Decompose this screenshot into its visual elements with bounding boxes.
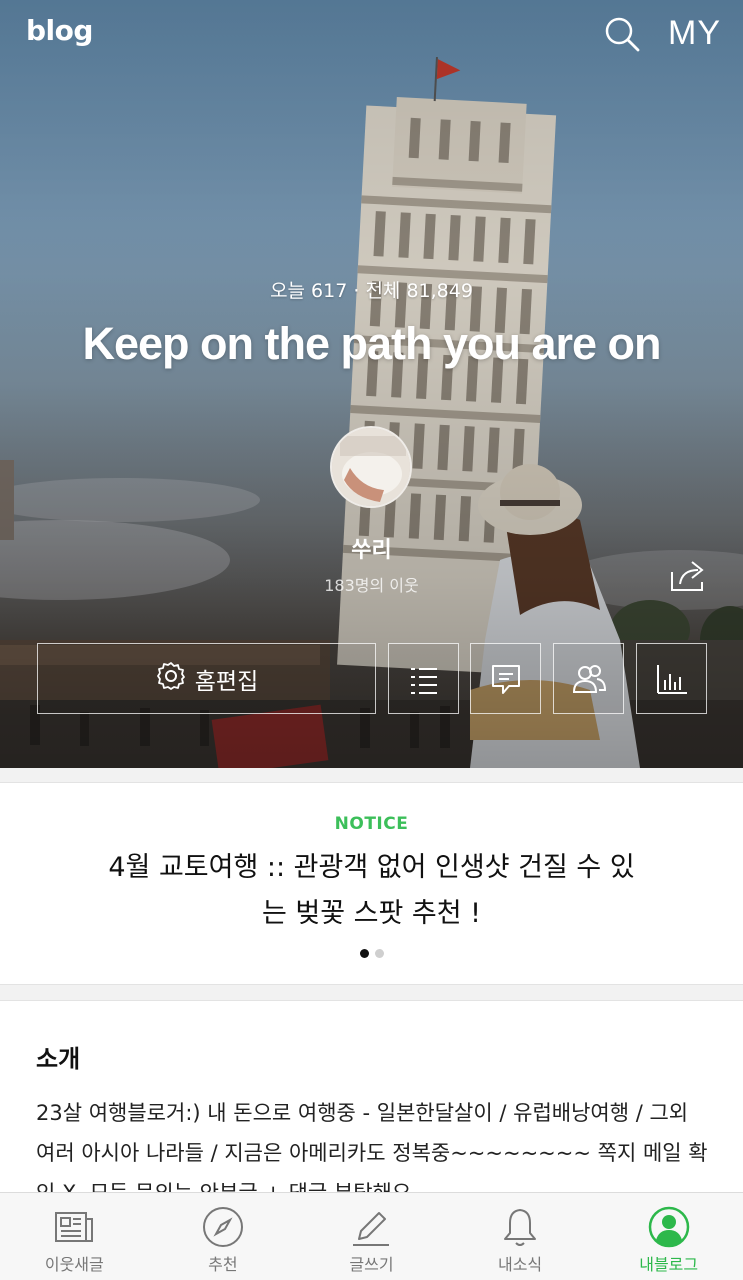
my-menu-button[interactable]: MY bbox=[668, 14, 721, 53]
blog-logo[interactable]: blog bbox=[26, 14, 93, 47]
visitor-stats: 오늘 617 · 전체 81,849 bbox=[270, 280, 473, 302]
gear-icon bbox=[155, 660, 187, 698]
nickname[interactable]: 쑤리 bbox=[0, 532, 743, 564]
pagination-dot-active[interactable] bbox=[359, 949, 369, 958]
notice-pagination bbox=[0, 949, 743, 958]
guestbook-button[interactable] bbox=[470, 643, 541, 714]
notice-label: NOTICE bbox=[334, 814, 409, 834]
notice-card[interactable]: NOTICE 4월 교토여행 :: 관광객 없어 인생샷 건질 수 있는 벚꽃 … bbox=[0, 782, 743, 985]
person-icon bbox=[648, 1206, 689, 1248]
nav-label: 내블로그 bbox=[639, 1255, 699, 1274]
home-edit-label: 홈편집 bbox=[194, 668, 259, 695]
pagination-dot[interactable] bbox=[374, 949, 384, 958]
share-icon[interactable] bbox=[668, 556, 708, 596]
nav-my-blog[interactable]: 내블로그 bbox=[594, 1193, 743, 1280]
statistics-button[interactable] bbox=[636, 643, 707, 714]
avatar[interactable] bbox=[330, 426, 412, 508]
home-edit-button[interactable]: 홈편집 bbox=[37, 643, 376, 714]
blog-title: Keep on the path you are on bbox=[82, 318, 661, 369]
neighbors-button[interactable] bbox=[553, 643, 624, 714]
newspaper-icon bbox=[55, 1212, 94, 1242]
nav-neighbor-posts[interactable]: 이웃새글 bbox=[0, 1193, 149, 1280]
blog-home-screen: blog MY 오늘 617 · 전체 81,849 Keep on the p… bbox=[0, 0, 743, 1280]
comment-icon bbox=[491, 664, 520, 694]
notice-title[interactable]: 4월 교토여행 :: 관광객 없어 인생샷 건질 수 있는 벚꽃 스팟 추천 ! bbox=[100, 845, 643, 937]
posts-list-button[interactable] bbox=[388, 643, 459, 714]
bottom-nav: 이웃새글 추천 글쓰기 내소식 내블로그 bbox=[0, 1192, 743, 1280]
compass-icon bbox=[202, 1207, 243, 1247]
neighbors-icon bbox=[572, 664, 606, 693]
nav-write[interactable]: 글쓰기 bbox=[297, 1193, 446, 1280]
nav-label: 내소식 bbox=[497, 1255, 543, 1274]
intro-section: 소개 23살 여행블로거:) 내 돈으로 여행중 - 일본한달살이 / 유럽배낭… bbox=[0, 1000, 743, 1205]
nav-label: 글쓰기 bbox=[349, 1255, 394, 1274]
nav-label: 이웃새글 bbox=[44, 1255, 104, 1274]
neighbor-count[interactable]: 183명의 이웃 bbox=[0, 572, 743, 596]
pencil-icon bbox=[353, 1212, 390, 1246]
bell-icon bbox=[504, 1209, 537, 1246]
search-icon[interactable] bbox=[602, 14, 642, 54]
list-icon bbox=[410, 667, 437, 694]
nav-notifications[interactable]: 내소식 bbox=[446, 1193, 595, 1280]
intro-heading: 소개 bbox=[36, 1045, 81, 1073]
nav-recommend[interactable]: 추천 bbox=[149, 1193, 298, 1280]
stats-icon bbox=[656, 664, 687, 694]
profile-cover: blog MY 오늘 617 · 전체 81,849 Keep on the p… bbox=[0, 0, 743, 768]
nav-label: 추천 bbox=[208, 1255, 238, 1274]
